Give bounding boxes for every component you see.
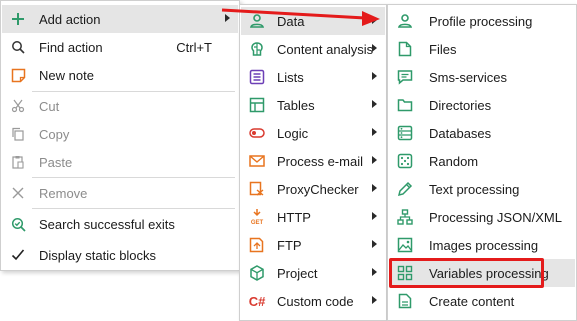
annotation-arrow-icon	[221, 8, 380, 26]
